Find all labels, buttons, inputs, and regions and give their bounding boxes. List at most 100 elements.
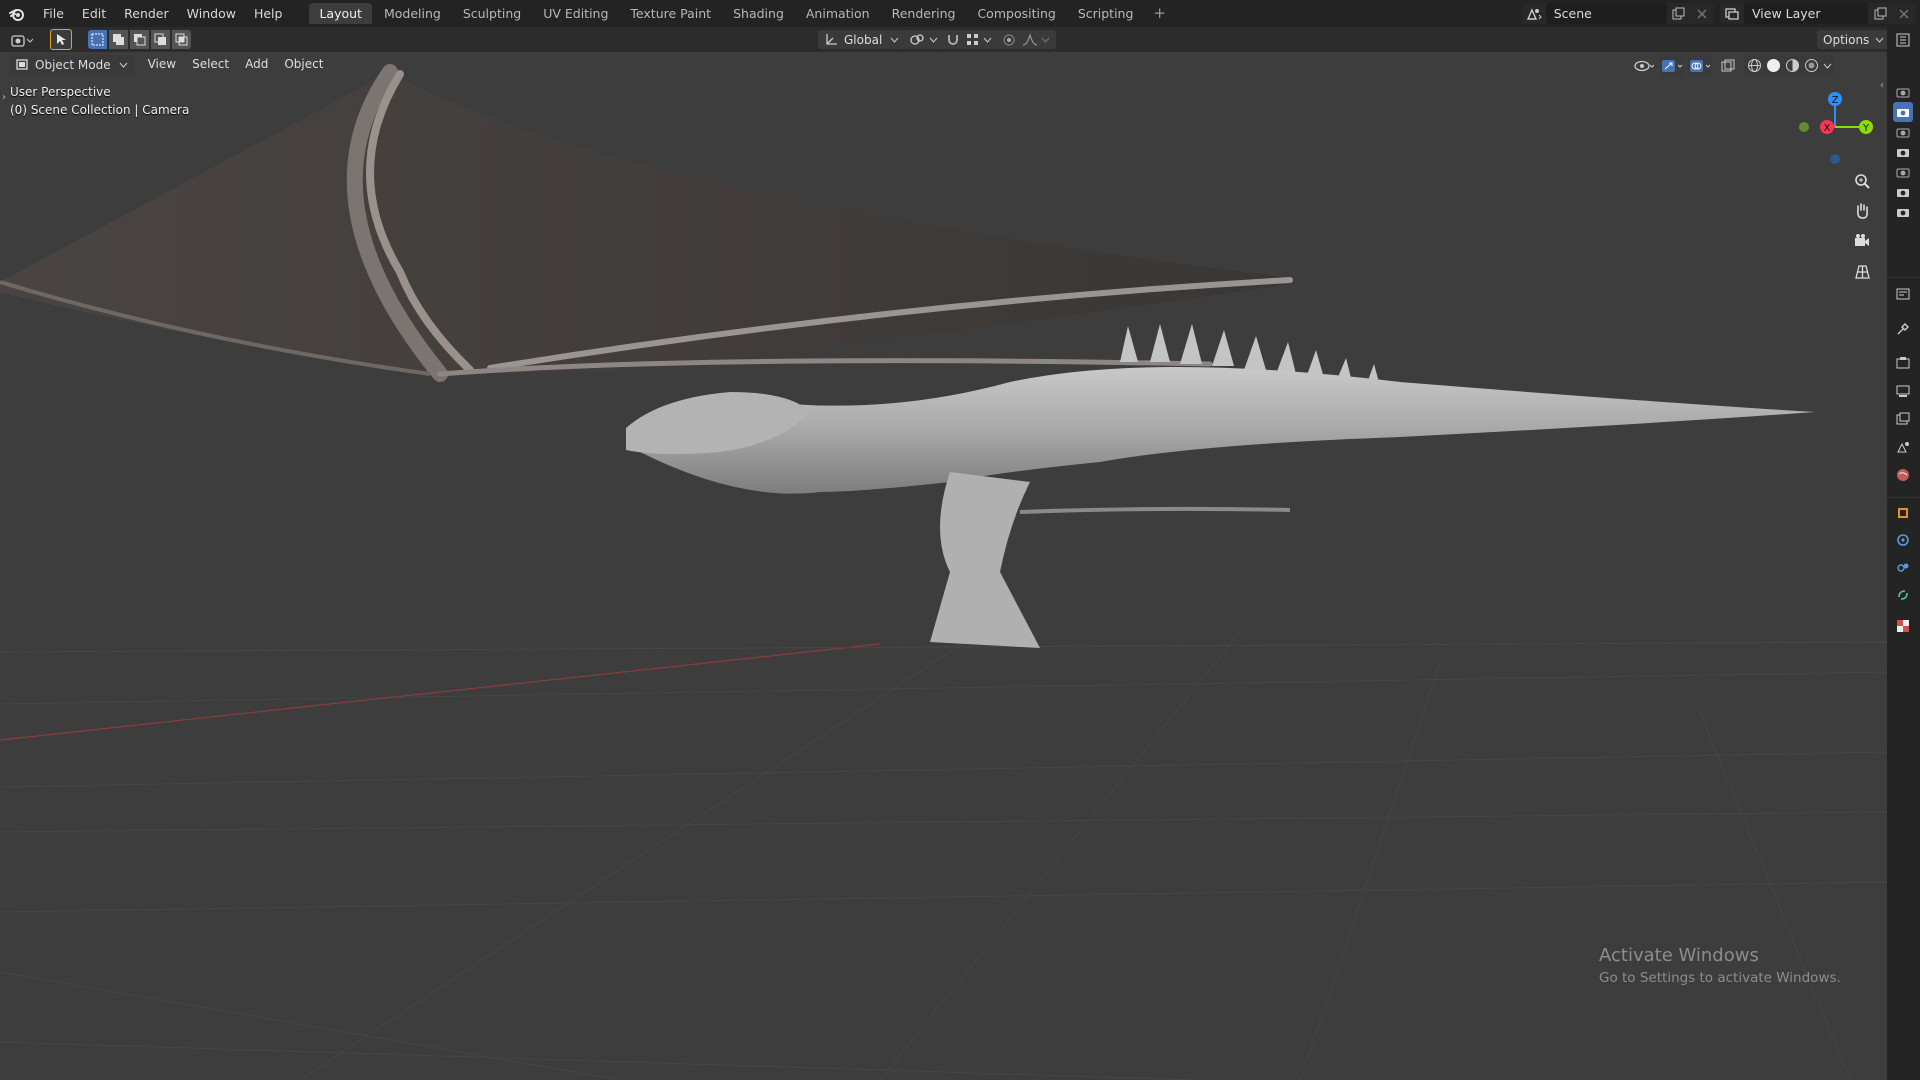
camera-toggle-icon[interactable] <box>1893 182 1913 202</box>
menu-file[interactable]: File <box>34 0 73 27</box>
overlays-toggle-icon[interactable] <box>1688 55 1712 76</box>
viewport-menu-object[interactable]: Object <box>276 55 331 74</box>
view-layer-properties-icon[interactable] <box>1893 409 1913 429</box>
scene-name-field[interactable]: Scene <box>1545 3 1667 24</box>
chevron-down-icon <box>1875 37 1884 43</box>
object-properties-icon[interactable] <box>1893 503 1913 523</box>
camera-toggle-icon[interactable] <box>1893 162 1913 182</box>
chevron-down-icon <box>890 37 899 43</box>
new-scene-icon[interactable] <box>1667 3 1691 24</box>
world-properties-icon[interactable] <box>1893 465 1913 485</box>
menu-help[interactable]: Help <box>245 0 292 27</box>
options-dropdown[interactable]: Options <box>1817 30 1891 49</box>
properties-editor-icon[interactable] <box>1893 284 1913 304</box>
camera-toggle-icon[interactable] <box>1893 202 1913 222</box>
menu-edit[interactable]: Edit <box>73 0 115 27</box>
tab-texture-paint[interactable]: Texture Paint <box>620 3 721 24</box>
selection-mode-intersect-icon[interactable] <box>172 30 191 49</box>
chevron-down-icon <box>983 37 992 43</box>
properties-tab-strip <box>1887 27 1920 1080</box>
scene-icon[interactable] <box>1522 3 1546 24</box>
delete-scene-icon[interactable] <box>1690 3 1714 24</box>
tool-properties-icon[interactable] <box>1893 319 1913 339</box>
physics-properties-icon[interactable] <box>1893 558 1913 578</box>
active-collection-label: (0) Scene Collection | Camera <box>10 103 190 117</box>
solid-shading-icon[interactable] <box>1766 58 1781 73</box>
chevron-right-icon[interactable]: › <box>2 92 6 103</box>
viewport-menu-view[interactable]: View <box>140 55 184 74</box>
constraint-properties-icon[interactable] <box>1893 585 1913 605</box>
select-tool-button[interactable] <box>50 29 72 50</box>
wireframe-shading-icon[interactable] <box>1747 58 1762 73</box>
view-layer-icon[interactable] <box>1720 3 1744 24</box>
selection-mode-invert-icon[interactable] <box>151 30 170 49</box>
editor-type-icon[interactable] <box>10 30 34 51</box>
chevron-down-icon[interactable] <box>1823 63 1832 69</box>
object-mode-icon <box>16 59 28 70</box>
selection-mode-new-icon[interactable] <box>88 30 107 49</box>
workspace-tabs: Layout Modeling Sculpting UV Editing Tex… <box>309 0 1174 27</box>
blender-logo-icon[interactable] <box>0 0 34 27</box>
gizmo-toggle-icon[interactable] <box>1660 55 1684 76</box>
outliner-editor-icon[interactable] <box>1893 30 1913 50</box>
new-view-layer-icon[interactable] <box>1868 3 1892 24</box>
menu-render[interactable]: Render <box>115 0 178 27</box>
rendered-shading-icon[interactable] <box>1804 58 1819 73</box>
scene-properties-icon[interactable] <box>1893 437 1913 457</box>
view-layer-name-field[interactable]: View Layer <box>1744 3 1868 24</box>
camera-view-icon[interactable] <box>1849 228 1875 254</box>
top-bar: File Edit Render Window Help Layout Mode… <box>0 0 1920 27</box>
tab-shading[interactable]: Shading <box>723 3 794 24</box>
tab-rendering[interactable]: Rendering <box>882 3 966 24</box>
ortho-grid-icon[interactable] <box>1849 259 1875 285</box>
tab-animation[interactable]: Animation <box>796 3 880 24</box>
3d-viewport[interactable]: Object Mode View Select Add Object User … <box>0 52 1887 1080</box>
pivot-point-dropdown[interactable] <box>904 30 944 49</box>
snap-magnet-icon[interactable] <box>946 33 960 47</box>
options-label: Options <box>1823 32 1870 47</box>
object-mode-dropdown[interactable]: Object Mode <box>10 55 134 74</box>
zoom-magnifier-icon[interactable] <box>1849 168 1875 194</box>
gizmo-x-label: X <box>1824 123 1831 134</box>
watermark-title: Activate Windows <box>1599 945 1759 966</box>
tab-uv-editing[interactable]: UV Editing <box>533 3 618 24</box>
camera-toggle-icon[interactable] <box>1893 142 1913 162</box>
modifier-properties-icon[interactable] <box>1893 530 1913 550</box>
camera-toggle-icon[interactable] <box>1893 122 1913 142</box>
viewport-menu-select[interactable]: Select <box>184 55 237 74</box>
gizmo-y-label: Y <box>1862 123 1870 134</box>
selection-mode-subtract-icon[interactable] <box>130 30 149 49</box>
transform-orientation-dropdown[interactable]: Global <box>818 30 906 49</box>
activate-windows-watermark: Activate Windows Go to Settings to activ… <box>1599 945 1841 986</box>
output-properties-icon[interactable] <box>1893 381 1913 401</box>
viewport-menu-add[interactable]: Add <box>237 55 276 74</box>
texture-properties-icon[interactable] <box>1893 616 1913 636</box>
material-shading-icon[interactable] <box>1785 58 1800 73</box>
add-workspace-button[interactable]: + <box>1145 3 1174 24</box>
tab-sculpting[interactable]: Sculpting <box>453 3 531 24</box>
falloff-curve-icon[interactable] <box>1022 32 1038 47</box>
chevron-left-icon[interactable]: ‹ <box>1880 80 1884 91</box>
chevron-down-icon <box>1041 37 1050 43</box>
render-properties-icon[interactable] <box>1893 353 1913 373</box>
camera-toggle-icon[interactable] <box>1893 82 1913 102</box>
navigation-gizmo[interactable]: Z Y X <box>1790 82 1880 172</box>
selection-mode-extend-icon[interactable] <box>109 30 128 49</box>
snap-increment-icon[interactable] <box>966 33 980 47</box>
xray-toggle-icon[interactable] <box>1716 55 1740 76</box>
tab-scripting[interactable]: Scripting <box>1068 3 1144 24</box>
view-layer-selector: View Layer <box>1720 3 1916 24</box>
viewport-header: Object Mode View Select Add Object <box>0 52 1887 77</box>
tab-modeling[interactable]: Modeling <box>374 3 451 24</box>
visibility-eye-icon[interactable] <box>1632 55 1656 76</box>
tab-compositing[interactable]: Compositing <box>967 3 1065 24</box>
proportional-editing-icon[interactable] <box>1002 33 1016 47</box>
delete-view-layer-icon[interactable] <box>1892 3 1916 24</box>
watermark-subtitle: Go to Settings to activate Windows. <box>1599 970 1841 986</box>
selection-mode-group <box>88 30 191 49</box>
gizmo-neg-z-ball <box>1830 154 1840 164</box>
camera-toggle-active-icon[interactable] <box>1893 102 1913 122</box>
menu-window[interactable]: Window <box>178 0 245 27</box>
pan-hand-icon[interactable] <box>1849 198 1875 224</box>
tab-layout[interactable]: Layout <box>309 3 372 24</box>
